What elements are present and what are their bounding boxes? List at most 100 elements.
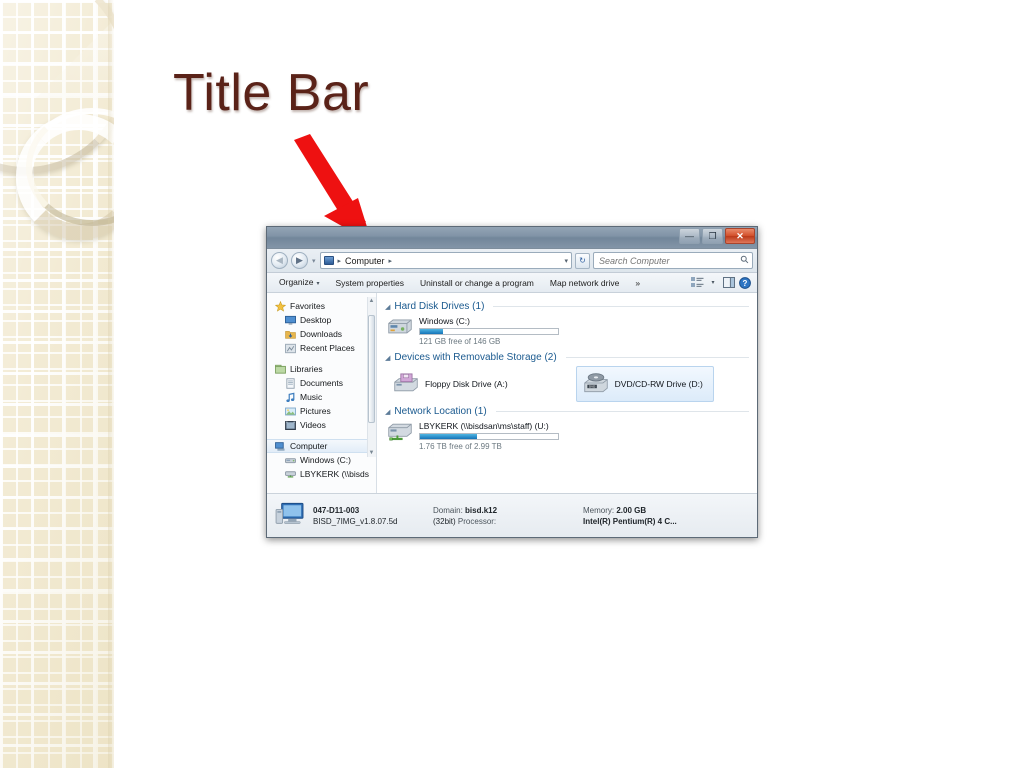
chevron-down-icon[interactable]: ▾ — [564, 257, 568, 265]
drive-capacity-text: 1.76 TB free of 2.99 TB — [419, 442, 502, 451]
memory-field: Memory: 2.00 GB — [583, 506, 646, 515]
sidebar-item-recent-places[interactable]: Recent Places — [267, 341, 376, 355]
breadcrumb-separator-icon: ▸ — [337, 257, 342, 265]
breadcrumb[interactable]: ▸ Computer ▸ ▾ — [319, 252, 572, 269]
sidebar-item-favorites[interactable]: Favorites — [267, 299, 376, 313]
explorer-window[interactable]: — ❐ ✕ ◀ ▶ ▾ ▸ Computer ▸ ▾ ↻ Organize▾ — [266, 226, 758, 538]
music-note-icon — [285, 392, 296, 403]
collapse-triangle-icon[interactable]: ◢ — [385, 354, 390, 362]
processor-field: (32bit) Processor: — [433, 517, 583, 526]
chevron-down-icon: ▾ — [316, 280, 320, 287]
show-preview-pane-icon[interactable] — [721, 276, 737, 290]
section-rule — [565, 357, 749, 358]
floppy-drive-icon — [393, 372, 419, 396]
computer-icon — [275, 441, 286, 452]
sidebar-item-libraries[interactable]: Libraries — [267, 362, 376, 376]
system-properties-button[interactable]: System properties — [328, 273, 413, 293]
status-details: 047-D11-003 Domain: bisd.k12 Memory: 2.0… — [313, 506, 749, 526]
libraries-icon — [275, 364, 286, 375]
list-item-dvd-drive[interactable]: DVD DVD/CD-RW Drive (D:) — [575, 366, 714, 402]
star-icon — [274, 300, 287, 312]
close-button[interactable]: ✕ — [725, 228, 755, 244]
videos-icon — [285, 420, 296, 431]
capacity-gauge — [419, 328, 559, 335]
section-header-network-location[interactable]: ◢ Network Location (1) — [385, 406, 749, 417]
network-drive-icon — [285, 469, 296, 480]
recent-places-icon — [285, 343, 296, 354]
collapse-triangle-icon[interactable]: ◢ — [385, 303, 390, 311]
toolbar-overflow-button[interactable]: » — [627, 273, 648, 293]
downloads-folder-icon — [285, 329, 296, 340]
recent-pages-caret-icon[interactable]: ▾ — [311, 257, 317, 265]
drive-capacity-text: 121 GB free of 146 GB — [419, 337, 501, 346]
sidebar-item-videos[interactable]: Videos — [267, 418, 376, 432]
theme-tint-overlay — [0, 0, 114, 768]
page-title: Title Bar — [173, 64, 370, 122]
nav-group-libraries: Libraries Documents Music Pictures Video… — [267, 362, 376, 432]
file-list-pane[interactable]: ◢ Hard Disk Drives (1) Windows (C:) 121 … — [377, 293, 757, 493]
navigation-scrollbar[interactable]: ▲ ▼ — [367, 297, 376, 457]
network-drive-icon — [387, 420, 413, 446]
slide-theme-band — [0, 0, 114, 768]
minimize-button[interactable]: — — [679, 228, 700, 244]
section-header-removable-storage[interactable]: ◢ Devices with Removable Storage (2) — [385, 352, 749, 363]
sidebar-item-desktop[interactable]: Desktop — [267, 313, 376, 327]
forward-button[interactable]: ▶ — [291, 252, 308, 269]
sidebar-label: Windows (C:) — [300, 455, 352, 465]
breadcrumb-separator-icon-2[interactable]: ▸ — [389, 257, 393, 265]
collapse-triangle-icon[interactable]: ◢ — [385, 408, 390, 416]
memory-label: Memory: — [583, 505, 615, 515]
domain-label: Domain: — [433, 505, 463, 515]
svg-text:?: ? — [743, 279, 748, 288]
drive-name: Windows (C:) — [419, 316, 471, 326]
uninstall-or-change-program-button[interactable]: Uninstall or change a program — [412, 273, 542, 293]
documents-icon — [285, 377, 296, 389]
search-input[interactable] — [597, 254, 740, 267]
window-controls: — ❐ ✕ — [679, 228, 755, 244]
organize-label: Organize — [279, 276, 314, 287]
sidebar-item-downloads[interactable]: Downloads — [267, 327, 376, 341]
sidebar-label: Computer — [290, 441, 328, 451]
capacity-gauge-fill — [420, 329, 444, 334]
sidebar-item-computer[interactable]: Computer — [267, 439, 376, 453]
change-view-icon[interactable] — [689, 276, 705, 290]
sidebar-item-pictures[interactable]: Pictures — [267, 404, 376, 418]
section-rule — [493, 306, 749, 307]
navigation-pane[interactable]: Favorites Desktop Downloads Recent Place… — [267, 293, 377, 493]
memory-value: 2.00 GB — [616, 505, 647, 515]
sidebar-item-documents[interactable]: Documents — [267, 376, 376, 390]
help-icon[interactable]: ? — [737, 276, 753, 290]
maximize-button[interactable]: ❐ — [702, 228, 723, 244]
pictures-icon — [285, 406, 296, 417]
sidebar-label: Downloads — [300, 329, 343, 339]
back-button[interactable]: ◀ — [271, 252, 288, 269]
scroll-up-icon[interactable]: ▲ — [368, 297, 375, 305]
device-label: DVD/CD-RW Drive (D:) — [614, 379, 703, 389]
search-box[interactable] — [593, 252, 753, 269]
section-rule — [495, 411, 749, 412]
organize-menu-button[interactable]: Organize ▾ — [271, 272, 328, 294]
capacity-gauge — [419, 433, 559, 440]
scroll-down-icon[interactable]: ▼ — [368, 449, 375, 457]
sidebar-item-windows-c[interactable]: Windows (C:) — [267, 453, 376, 467]
command-toolbar: Organize ▾ System properties Uninstall or… — [267, 273, 757, 293]
section-title: Network Location (1) — [394, 406, 487, 417]
drive-details: Windows (C:) 121 GB free of 146 GB — [419, 315, 559, 346]
sidebar-label: Libraries — [290, 364, 323, 374]
sidebar-item-lbykerk[interactable]: LBYKERK (\\bisds — [267, 467, 376, 481]
sidebar-label: Documents — [300, 378, 343, 388]
domain-value: bisd.k12 — [465, 505, 498, 515]
section-header-hard-disk-drives[interactable]: ◢ Hard Disk Drives (1) — [385, 301, 749, 312]
window-title-bar[interactable]: — ❐ ✕ — [267, 227, 757, 249]
list-item[interactable]: Windows (C:) 121 GB free of 146 GB — [387, 315, 749, 346]
scrollbar-thumb[interactable] — [368, 315, 375, 423]
change-view-caret-icon[interactable]: ▾ — [705, 276, 721, 290]
computer-name: 047-D11-003 — [313, 505, 360, 515]
list-item-floppy-drive[interactable]: Floppy Disk Drive (A:) — [387, 367, 518, 401]
breadcrumb-item-computer[interactable]: Computer — [345, 256, 385, 266]
sidebar-item-music[interactable]: Music — [267, 390, 376, 404]
list-item[interactable]: LBYKERK (\\bisdsan\ms\staff) (U:) 1.76 T… — [387, 420, 749, 451]
refresh-button[interactable]: ↻ — [575, 252, 590, 269]
map-network-drive-button[interactable]: Map network drive — [542, 273, 627, 293]
hard-drive-icon — [285, 455, 296, 466]
